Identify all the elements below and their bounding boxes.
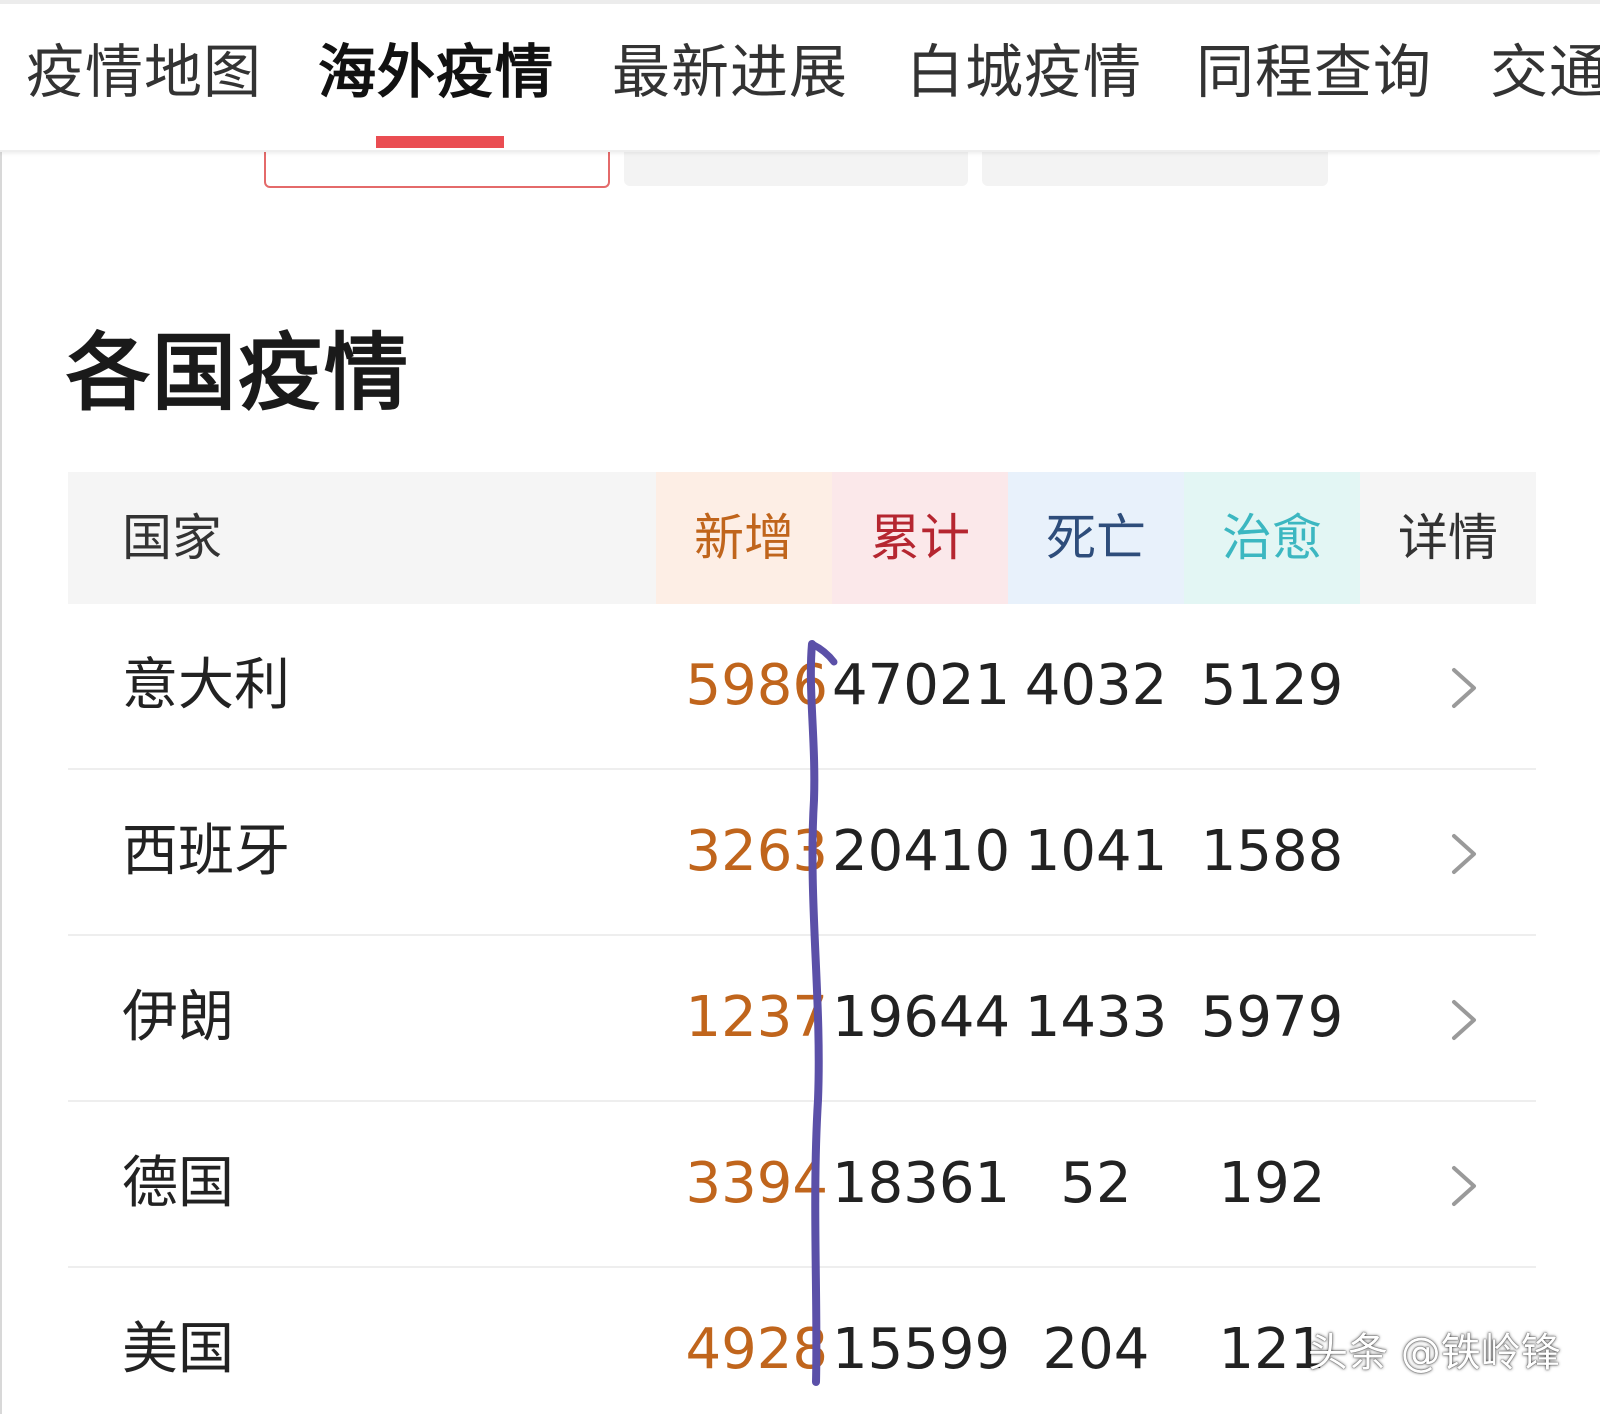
subtab-active[interactable] — [264, 150, 610, 188]
deaths: 1433 — [1024, 985, 1168, 1050]
tab-baicheng-epidemic[interactable]: 白城疫情 — [906, 32, 1142, 112]
country-name: 美国 — [122, 1317, 234, 1382]
chevron-right-icon[interactable] — [1444, 832, 1484, 876]
header-deaths[interactable]: 死亡 — [1008, 472, 1184, 604]
deaths: 204 — [1042, 1317, 1150, 1382]
tab-epidemic-map[interactable]: 疫情地图 — [26, 32, 262, 112]
deaths: 52 — [1060, 1151, 1132, 1216]
recovered: 1588 — [1200, 819, 1344, 884]
total-cases: 19644 — [832, 985, 1011, 1050]
screen: 疫情地图 海外疫情 最新进展 白城疫情 同程查询 交通 各国疫情 国家 新增 累… — [0, 0, 1600, 1414]
new-cases: 3263 — [685, 819, 828, 884]
country-table: 国家 新增 累计 死亡 治愈 详情 意大利 5986 47021 4032 51… — [68, 472, 1536, 1414]
section-title: 各国疫情 — [66, 324, 411, 422]
tab-traffic[interactable]: 交通 — [1490, 32, 1600, 112]
total-cases: 18361 — [832, 1151, 1011, 1216]
country-name: 德国 — [122, 1151, 234, 1216]
country-name: 意大利 — [122, 653, 290, 718]
total-cases: 47021 — [832, 653, 1011, 718]
chevron-right-icon[interactable] — [1444, 1164, 1484, 1208]
deaths: 4032 — [1024, 653, 1168, 718]
edge-line — [0, 0, 2, 1414]
header-total[interactable]: 累计 — [832, 472, 1008, 604]
tab-latest-progress[interactable]: 最新进展 — [612, 32, 848, 112]
chevron-right-icon[interactable] — [1444, 666, 1484, 710]
tab-overseas-epidemic[interactable]: 海外疫情 — [318, 32, 554, 112]
deaths: 1041 — [1024, 819, 1168, 884]
new-cases: 3394 — [685, 1151, 828, 1216]
chevron-right-icon[interactable] — [1444, 998, 1484, 1042]
header-new[interactable]: 新增 — [656, 472, 832, 604]
recovered: 192 — [1218, 1151, 1326, 1216]
total-cases: 15599 — [832, 1317, 1011, 1382]
table-header: 国家 新增 累计 死亡 治愈 详情 — [68, 472, 1536, 604]
header-detail: 详情 — [1398, 509, 1498, 567]
tab-bar: 疫情地图 海外疫情 最新进展 白城疫情 同程查询 交通 — [0, 4, 1600, 152]
total-cases: 20410 — [832, 819, 1011, 884]
table-row[interactable]: 伊朗 1237 19644 1433 5979 — [68, 936, 1536, 1102]
country-name: 西班牙 — [122, 819, 290, 884]
watermark: 头条 @铁岭锋 — [1308, 1330, 1561, 1376]
active-tab-indicator — [376, 136, 504, 148]
tab-same-trip-query[interactable]: 同程查询 — [1196, 32, 1432, 112]
table-row[interactable]: 西班牙 3263 20410 1041 1588 — [68, 770, 1536, 936]
table-row[interactable]: 德国 3394 18361 52 192 — [68, 1102, 1536, 1268]
subtab[interactable] — [624, 150, 968, 186]
recovered: 5979 — [1200, 985, 1344, 1050]
new-cases: 5986 — [685, 653, 828, 718]
country-name: 伊朗 — [122, 985, 234, 1050]
subtab[interactable] — [982, 150, 1328, 186]
header-country: 国家 — [122, 509, 222, 567]
new-cases: 4928 — [685, 1317, 828, 1382]
header-recovered[interactable]: 治愈 — [1184, 472, 1360, 604]
table-row[interactable]: 意大利 5986 47021 4032 5129 — [68, 604, 1536, 770]
new-cases: 1237 — [685, 985, 828, 1050]
recovered: 5129 — [1200, 653, 1344, 718]
